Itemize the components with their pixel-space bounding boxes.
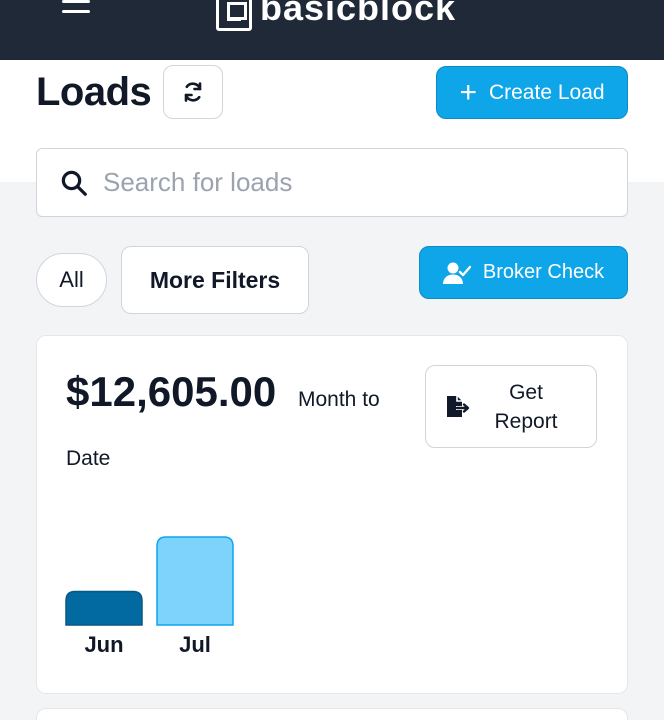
- bar-jun[interactable]: [65, 590, 143, 626]
- monthly-revenue-chart: Jun Jul: [65, 536, 234, 657]
- top-navbar: basicblock: [0, 0, 664, 60]
- search-input[interactable]: [103, 167, 583, 198]
- page-title: Loads: [36, 70, 152, 114]
- refresh-icon: [184, 82, 202, 102]
- revenue-amount: $12,605.00: [66, 368, 277, 415]
- logo-mark-icon: [216, 0, 252, 31]
- create-load-label: Create Load: [488, 80, 605, 104]
- brand-name: basicblock: [260, 0, 457, 28]
- search-box[interactable]: [36, 148, 628, 217]
- create-load-button[interactable]: + Create Load: [436, 66, 628, 119]
- app-logo[interactable]: basicblock: [216, 0, 456, 32]
- filter-all-chip[interactable]: All: [36, 253, 107, 307]
- file-export-icon: [447, 395, 470, 417]
- search-icon: [61, 170, 87, 196]
- period-label-line2: Date: [66, 447, 111, 470]
- more-filters-button[interactable]: More Filters: [121, 246, 309, 314]
- get-report-label: Get Report: [470, 378, 596, 436]
- refresh-button[interactable]: [163, 65, 223, 119]
- period-label-line1: Month to: [298, 388, 380, 411]
- get-report-label-line2: Report: [494, 409, 558, 433]
- get-report-button[interactable]: Get Report: [425, 365, 597, 448]
- user-check-icon: [442, 262, 471, 284]
- menu-icon[interactable]: [62, 0, 92, 16]
- next-card-partial: [36, 708, 628, 720]
- bar-label-jul: Jul: [179, 632, 211, 657]
- plus-icon: +: [459, 75, 477, 109]
- broker-check-label: Broker Check: [482, 261, 605, 283]
- get-report-label-line1: Get: [509, 380, 543, 404]
- bar-label-jun: Jun: [84, 632, 123, 657]
- broker-check-button[interactable]: Broker Check: [419, 246, 628, 299]
- bar-jul[interactable]: [156, 536, 234, 626]
